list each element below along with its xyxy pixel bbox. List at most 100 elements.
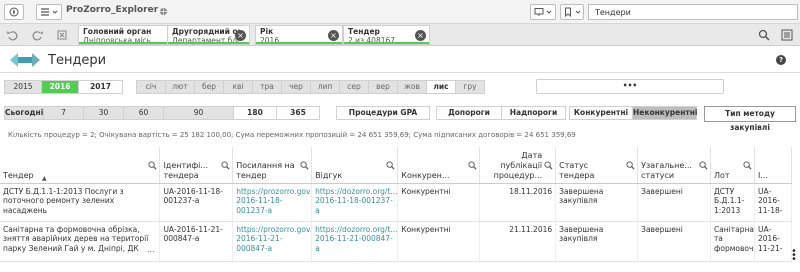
selection-progress-bar [256, 42, 342, 44]
chevron-down-icon [575, 10, 581, 14]
selection-bar: Головний орган Дніпровська місь... Друго… [0, 24, 800, 46]
competition-option[interactable]: Неконкурентні [632, 106, 698, 120]
navigation-button[interactable] [4, 4, 24, 20]
search-icon[interactable] [626, 161, 635, 170]
selections-tool-button[interactable] [779, 27, 795, 43]
column-header[interactable]: Посилання на тендер [232, 147, 313, 184]
step-back-icon [7, 31, 18, 41]
search-icon[interactable] [300, 161, 309, 170]
tender-status-cell: Завершена закупівля [555, 221, 639, 262]
search-button[interactable] [756, 27, 772, 43]
search-icon [758, 29, 770, 41]
chevron-down-icon [546, 10, 552, 14]
column-header[interactable]: Лот [710, 147, 756, 184]
period-option[interactable]: 90 [163, 106, 234, 120]
threshold-option[interactable]: Надпороги [501, 106, 566, 120]
clear-selections-button[interactable] [54, 27, 70, 43]
column-header[interactable]: Дата публікації процедур... [479, 147, 557, 184]
selection-chip-title: Тендер [348, 27, 380, 36]
search-icon[interactable] [221, 161, 230, 170]
tender-id-cell: UA-2016-11-18-001237-a [159, 183, 234, 222]
month-option[interactable]: чер [281, 80, 311, 94]
month-option[interactable]: жов [397, 80, 427, 94]
period-option[interactable]: 365 [276, 106, 320, 120]
search-icon[interactable] [544, 161, 553, 170]
search-icon[interactable] [743, 161, 752, 170]
lot-cell: Санітарна та формовочна [710, 221, 756, 262]
general-status-cell: Завершені [637, 183, 711, 222]
period-option[interactable]: 180 [233, 106, 277, 120]
truncation-ellipsis: ... [147, 245, 155, 254]
search-icon[interactable] [699, 161, 708, 170]
month-option[interactable]: лют [165, 80, 195, 94]
year-option[interactable]: 2015 [4, 80, 42, 94]
feedback-link[interactable]: https://dozorro.org/t... 2016-11-21-0008… [311, 221, 399, 262]
close-icon[interactable]: × [328, 30, 339, 41]
month-option[interactable]: кві [223, 80, 253, 94]
period-option[interactable]: 60 [123, 106, 164, 120]
column-header[interactable]: Тендер ▲ [0, 147, 161, 184]
bookmark-button[interactable] [560, 4, 584, 20]
tender-link[interactable]: https://prozorro.gov... 2016-11-21-00084… [232, 221, 313, 262]
month-filter: січ лют бер кві тра чер лип сер вер жов … [136, 80, 485, 94]
selection-chip[interactable]: Рік 2016 × [255, 25, 343, 45]
selection-chip-title: Другорядний ор... [172, 27, 240, 36]
step-back-button[interactable] [4, 27, 20, 43]
selection-chip[interactable]: Другорядний ор... Департамент бла... × [167, 25, 250, 45]
page-title: Тендери [48, 53, 107, 68]
selection-chip[interactable]: Тендер 2 из 408167 × [343, 25, 430, 45]
search-icon[interactable] [386, 161, 395, 170]
threshold-option[interactable]: Допороги [436, 106, 502, 120]
month-option[interactable]: лип [310, 80, 340, 94]
publication-date-cell: 21.11.2016 [479, 221, 557, 262]
year-option[interactable]: 2016 [41, 80, 79, 94]
prozorro-logo-icon [10, 53, 40, 67]
month-option[interactable]: лис [426, 80, 456, 94]
column-header[interactable]: Відгук [311, 147, 399, 184]
column-header[interactable]: Статус тендера [555, 147, 639, 184]
period-option[interactable]: Сьогодні [4, 106, 44, 120]
column-header[interactable]: І... [754, 147, 792, 184]
feedback-link[interactable]: https://dozorro.org/t... 2016-11-18-0012… [311, 183, 399, 222]
close-icon[interactable]: × [235, 30, 246, 41]
table-row[interactable]: Санітарна та формовочна обрізка, зняття … [0, 221, 792, 262]
month-option[interactable]: січ [136, 80, 166, 94]
tender-link[interactable]: https://prozorro.gov... 2016-11-18-00123… [232, 183, 313, 222]
globe-icon [159, 7, 168, 16]
period-option[interactable]: 7 [43, 106, 84, 120]
story-button[interactable] [530, 4, 556, 20]
table-row[interactable]: ДСТУ Б.Д.1.1-1:2013 Послуги з поточного … [0, 183, 792, 222]
step-forward-button[interactable] [30, 27, 46, 43]
tender-status-cell: Завершена закупівля [555, 183, 639, 222]
selection-progress-bar [79, 42, 167, 44]
competition-option[interactable]: Конкурентні [569, 106, 633, 120]
search-icon[interactable] [148, 161, 157, 170]
search-icon[interactable] [468, 161, 477, 170]
menu-button[interactable] [36, 4, 62, 20]
more-options-icon[interactable]: • • • [791, 247, 797, 265]
table-header-row: Тендер ▲ Ідентифі... тендера Посилання н… [0, 147, 792, 184]
period-filter: Сьогодні 7 30 60 90 180 365 [4, 106, 320, 120]
help-icon[interactable]: ? [776, 55, 786, 65]
sheet-selector[interactable]: Тендери [588, 4, 798, 20]
column-header[interactable]: Конкурен... [397, 147, 481, 184]
search-options-button[interactable]: ••• [536, 79, 724, 94]
month-option[interactable]: сер [339, 80, 369, 94]
column-header[interactable]: Узагальне... статуси [637, 147, 711, 184]
close-icon[interactable]: × [415, 30, 426, 41]
tender-name-cell: ДСТУ Б.Д.1.1-1:2013 Послуги з поточного … [0, 183, 161, 222]
year-filter: 2015 2016 2017 [4, 80, 123, 94]
procedures-gpa-button[interactable]: Процедури GPA [336, 106, 430, 120]
selection-progress-bar [168, 42, 249, 44]
month-option[interactable]: гру [455, 80, 485, 94]
selection-chip[interactable]: Головний орган Дніпровська місь... [78, 25, 168, 45]
method-type-dropdown[interactable]: Тип методу закупівлі [704, 106, 796, 132]
month-option[interactable]: вер [368, 80, 398, 94]
period-option[interactable]: 30 [83, 106, 124, 120]
column-header[interactable]: Ідентифі... тендера [159, 147, 234, 184]
month-option[interactable]: тра [252, 80, 282, 94]
month-option[interactable]: бер [194, 80, 224, 94]
year-option[interactable]: 2017 [78, 80, 123, 94]
presentation-icon [534, 8, 544, 16]
lot-cell: ДСТУ Б.Д.1.1-1:2013 [710, 183, 756, 222]
